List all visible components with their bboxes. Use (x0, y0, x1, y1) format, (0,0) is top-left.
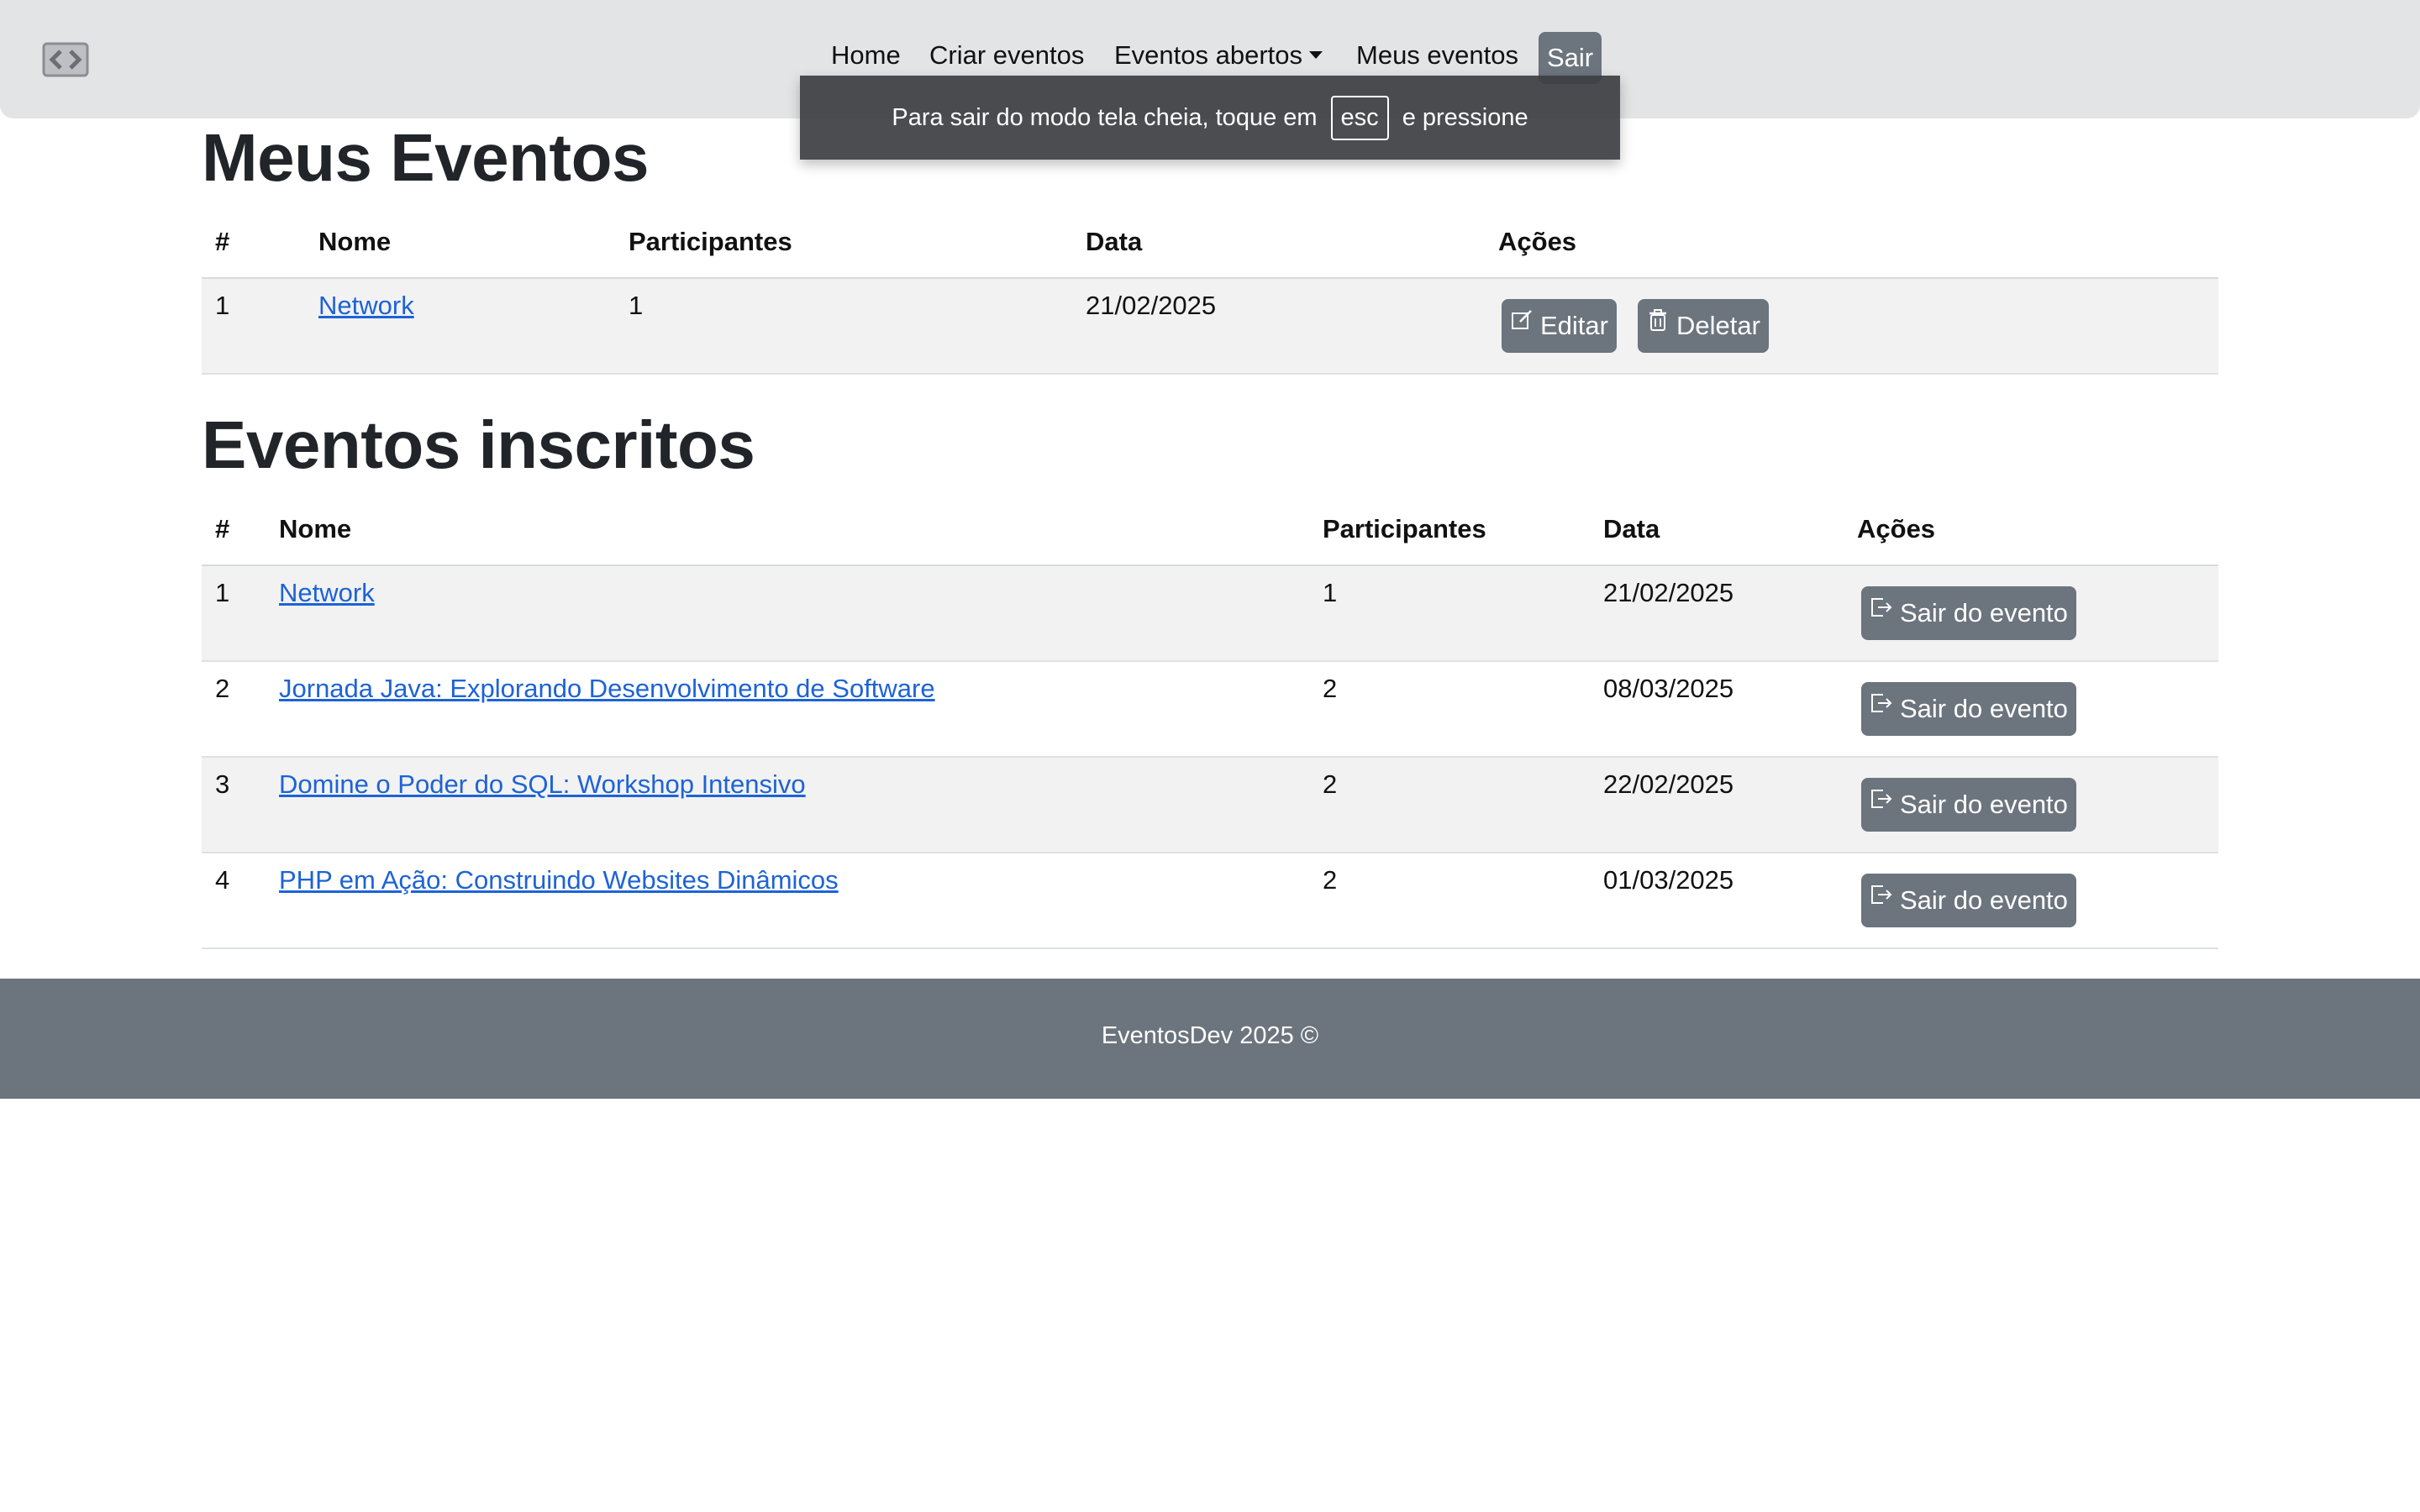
edit-button-label: Editar (1540, 311, 1608, 340)
nav-my-events[interactable]: Meus eventos (1356, 40, 1518, 71)
leave-event-button[interactable]: Sair do evento (1861, 778, 2076, 832)
footer: EventosDev 2025 © (0, 979, 2420, 1099)
subscribed-events-title: Eventos inscritos (202, 407, 755, 482)
row-participants: 2 (1323, 865, 1338, 895)
my-events-title: Meus Eventos (202, 120, 649, 195)
row-participants: 1 (629, 291, 644, 320)
event-link[interactable]: Domine o Poder do SQL: Workshop Intensiv… (279, 769, 806, 800)
leave-event-button[interactable]: Sair do evento (1861, 874, 2076, 927)
row-date: 01/03/2025 (1603, 865, 1734, 895)
table-row: 2 Jornada Java: Explorando Desenvolvimen… (202, 662, 2218, 758)
event-link[interactable]: Network (318, 291, 414, 321)
my-events-table: # Nome Participantes Data Ações 1 Networ… (202, 215, 2218, 375)
table-row: 3 Domine o Poder do SQL: Workshop Intens… (202, 758, 2218, 853)
row-date: 22/02/2025 (1603, 769, 1734, 799)
nav-home[interactable]: Home (831, 40, 901, 71)
leave-event-button[interactable]: Sair do evento (1861, 682, 2076, 736)
header-num: # (215, 514, 230, 543)
header-date: Data (1086, 227, 1143, 256)
row-num: 1 (215, 578, 230, 607)
header-actions: Ações (1498, 227, 1577, 256)
table-row: 4 PHP em Ação: Construindo Websites Dinâ… (202, 853, 2218, 949)
exit-icon (1871, 694, 1892, 712)
table-row: 1 Network 1 21/02/2025 Sair do evento (202, 566, 2218, 662)
row-participants: 1 (1323, 578, 1338, 607)
header-participants: Participantes (1323, 514, 1486, 543)
exit-icon (1871, 790, 1892, 808)
fullscreen-notice-text-after: e pressione (1402, 103, 1528, 131)
event-link[interactable]: Jornada Java: Explorando Desenvolvimento… (279, 674, 935, 704)
trash-icon (1649, 309, 1666, 331)
row-date: 21/02/2025 (1086, 291, 1217, 320)
fullscreen-notice-text-before: Para sair do modo tela cheia, toque em (892, 103, 1318, 131)
row-num: 4 (215, 865, 230, 895)
header-participants: Participantes (629, 227, 792, 256)
header-num: # (215, 227, 230, 256)
edit-icon (1512, 310, 1532, 329)
leave-event-label: Sair do evento (1900, 694, 2068, 723)
exit-icon (1871, 885, 1892, 904)
delete-button[interactable]: Deletar (1638, 299, 1769, 353)
row-num: 1 (215, 291, 230, 320)
header-date: Data (1603, 514, 1660, 543)
row-participants: 2 (1323, 769, 1338, 799)
footer-copyright: EventosDev 2025 © (1101, 1022, 1319, 1049)
subscribed-events-table: # Nome Participantes Data Ações 1 Networ… (202, 502, 2218, 949)
nav-create-events[interactable]: Criar eventos (929, 40, 1084, 71)
exit-icon (1871, 598, 1892, 617)
esc-key: esc (1330, 95, 1389, 140)
nav-open-events-label: Eventos abertos (1114, 40, 1303, 70)
header-actions: Ações (1857, 514, 1936, 543)
event-link[interactable]: PHP em Ação: Construindo Websites Dinâmi… (279, 865, 839, 895)
fullscreen-notice: Para sair do modo tela cheia, toque em e… (800, 76, 1620, 160)
row-num: 3 (215, 769, 230, 799)
chevron-down-icon (1309, 51, 1323, 60)
nav-open-events-dropdown[interactable]: Eventos abertos (1114, 40, 1323, 71)
row-date: 08/03/2025 (1603, 674, 1734, 703)
leave-event-label: Sair do evento (1900, 790, 2068, 819)
header-name: Nome (318, 227, 392, 256)
delete-button-label: Deletar (1676, 311, 1760, 340)
leave-event-button[interactable]: Sair do evento (1861, 586, 2076, 640)
table-row: 1 Network 1 21/02/2025 Editar Deletar (202, 279, 2218, 375)
row-date: 21/02/2025 (1603, 578, 1734, 607)
row-num: 2 (215, 674, 230, 703)
header-name: Nome (279, 514, 352, 543)
leave-event-label: Sair do evento (1900, 598, 2068, 627)
table-header: # Nome Participantes Data Ações (202, 215, 2218, 279)
leave-event-label: Sair do evento (1900, 885, 2068, 915)
row-participants: 2 (1323, 674, 1338, 703)
table-header: # Nome Participantes Data Ações (202, 502, 2218, 566)
event-link[interactable]: Network (279, 578, 375, 608)
edit-button[interactable]: Editar (1502, 299, 1617, 353)
